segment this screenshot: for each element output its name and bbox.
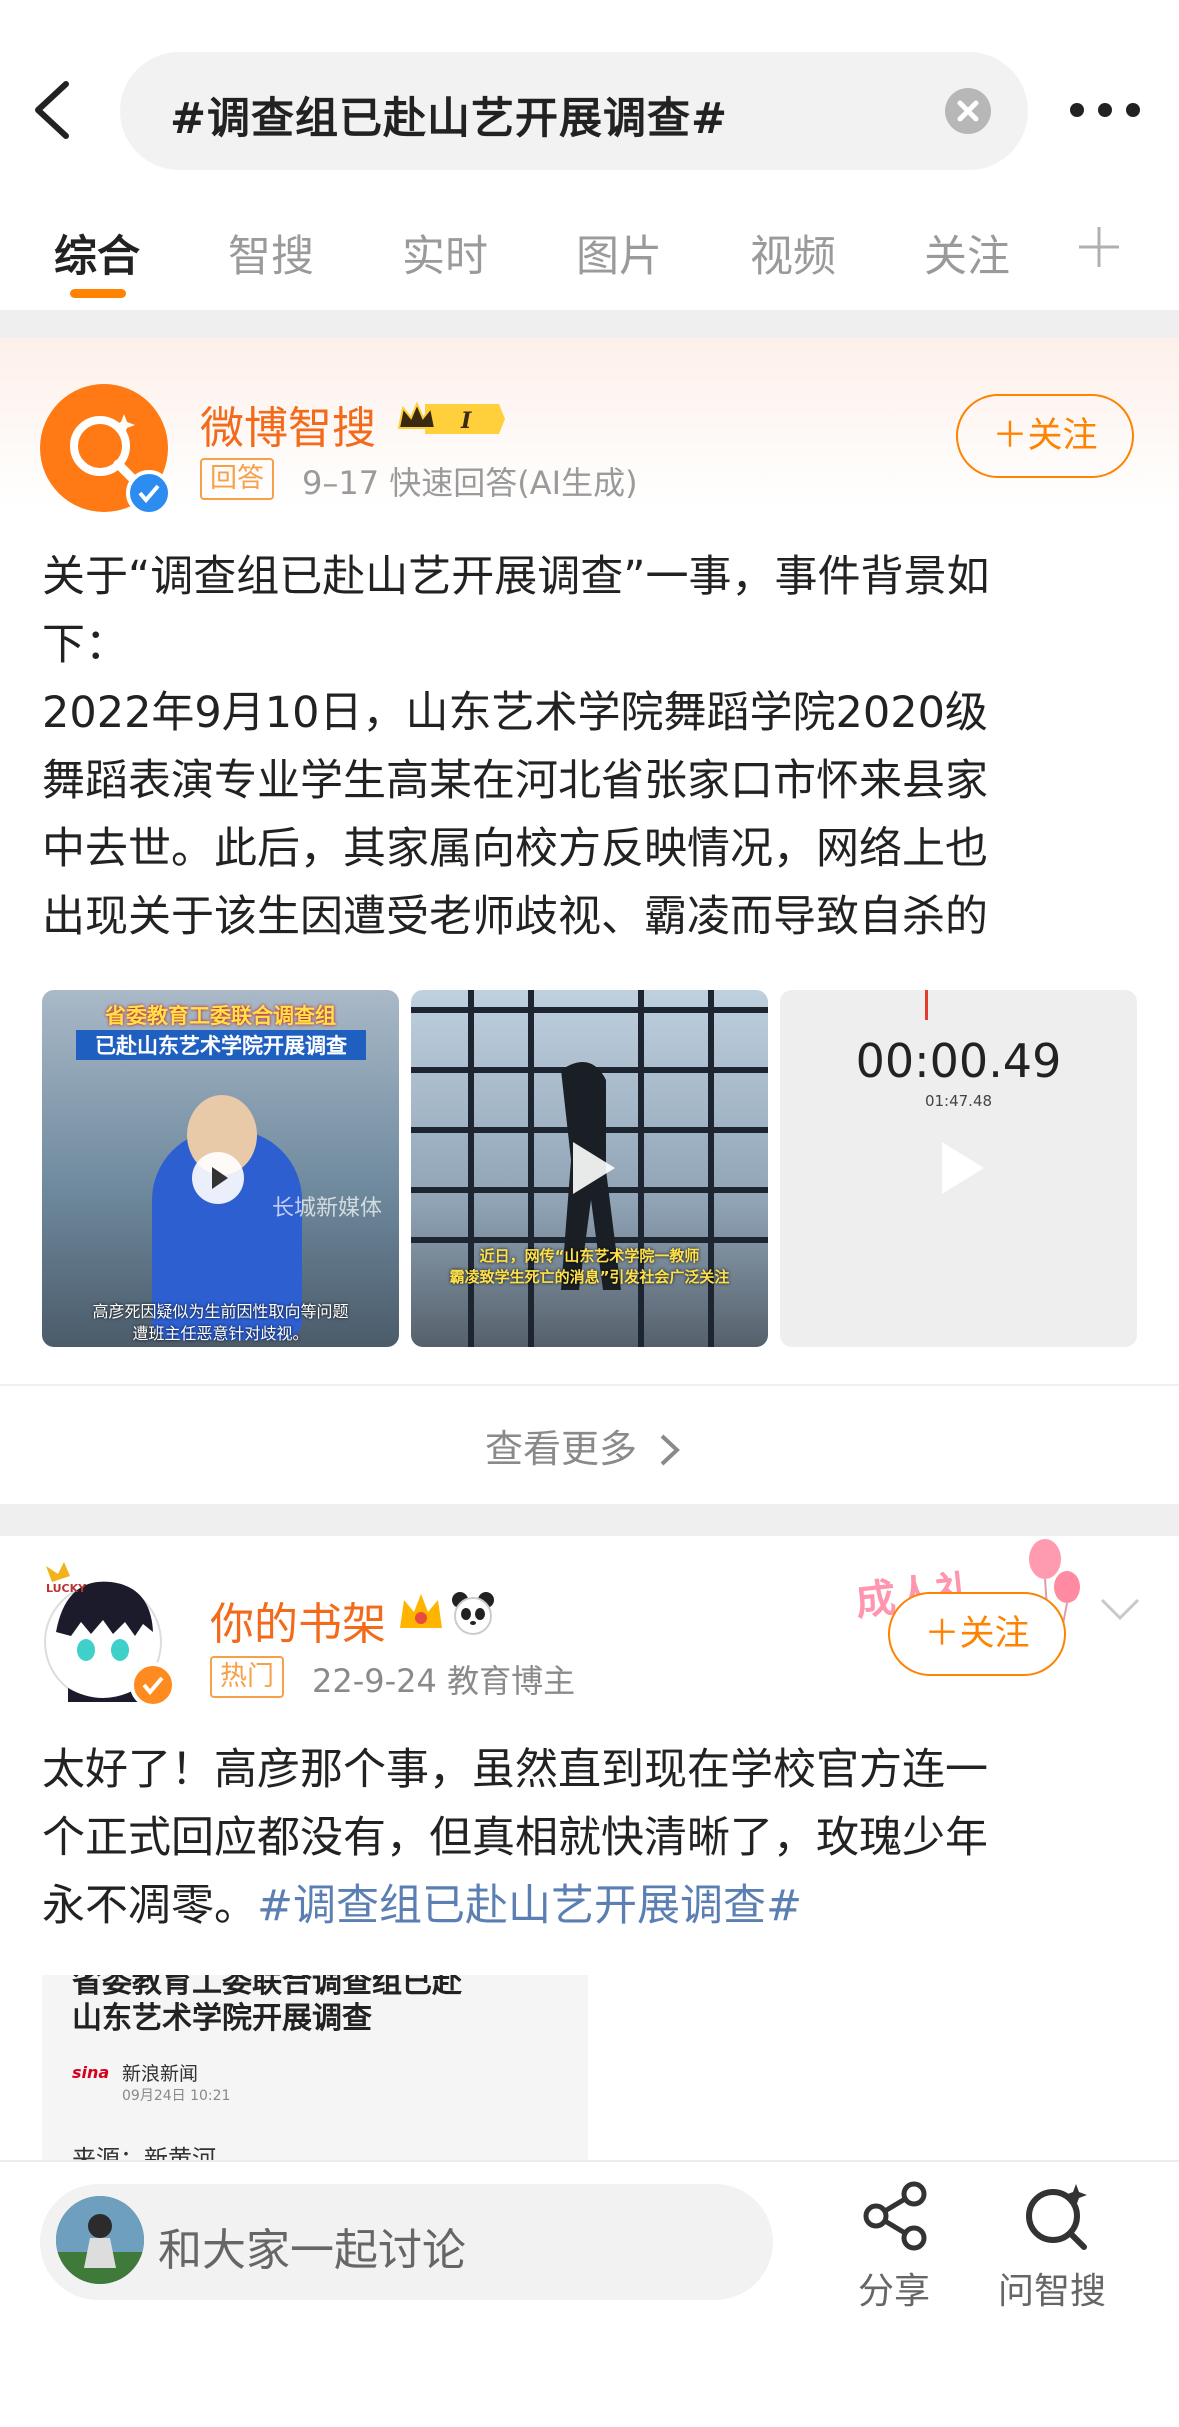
post-text-line: 舞蹈表演专业学生高某在河北省张家口市怀来县家 [42,756,988,806]
thumb-caption: 霸凌致学生死亡的消息”引发社会广泛关注 [449,1268,730,1286]
sina-logo: sina [72,2063,110,2082]
follow-button[interactable]: ＋关注 [956,394,1134,478]
play-icon[interactable] [190,1150,246,1206]
panda-icon [452,1592,494,1635]
current-user-avatar [56,2196,144,2284]
section-divider [0,310,1179,338]
chevron-down-icon[interactable] [1098,1596,1142,1622]
clear-icon[interactable] [945,88,991,134]
active-tab-indicator [70,289,126,298]
verified-icon [126,470,172,516]
thumb-caption: 省委教育工委联合调查组 [105,1004,336,1028]
crown-level-badge-icon: I [397,401,505,434]
video-thumbnail-3[interactable]: 00:00.49 01:47.48 [780,990,1137,1347]
video-thumbnail-1[interactable]: 省委教育工委联合调查组 已赴山东艺术学院开展调查 长城新媒体 高彦死因疑似为生前… [42,990,399,1347]
post-meta: 22-9-24 教育博主 [312,1662,576,1700]
post-text-span: 永不凋零。 [42,1881,257,1931]
timer-value: 00:00.49 [855,1034,1062,1088]
post-text-line: 关于“调查组已赴山艺开展调查”一事，事件背景如 [42,552,990,602]
timer-subvalue: 01:47.48 [924,1092,993,1110]
share-icon[interactable] [860,2180,932,2252]
play-icon[interactable] [918,1128,998,1208]
add-tab-icon[interactable] [1075,223,1123,271]
news-screenshot-image[interactable]: 省委教育工委联合调查组已赴 山东艺术学院开展调查 sina 新浪新闻 09月24… [42,1975,588,2160]
avatar-badge-text: LUCKY [46,1582,87,1595]
timer-marker [925,990,928,1020]
news-title: 山东艺术学院开展调查 [72,2001,372,2036]
thumb-caption: 近日，网传“山东艺术学院一教师 [479,1247,700,1265]
author-name[interactable]: 你的书架 [210,1588,386,1652]
more-icon[interactable] [1068,100,1142,120]
tab-comprehensive[interactable]: 综合 [54,222,140,284]
verified-icon [130,1662,176,1708]
tab-realtime[interactable]: 实时 [402,222,488,284]
post-meta: 9–17 快速回答(AI生成) [302,464,638,502]
tab-images[interactable]: 图片 [576,222,662,284]
topic-hashtag-link[interactable]: #调查组已赴山艺开展调查# [257,1881,802,1931]
follow-button[interactable]: ＋关注 [888,1592,1066,1676]
answer-tag: 回答 [200,458,274,500]
thumb-caption: 遭班主任恶意针对歧视。 [132,1324,309,1343]
share-label[interactable]: 分享 [858,2262,930,2314]
comment-placeholder[interactable]: 和大家一起讨论 [158,2214,466,2278]
ask-smart-search-icon[interactable] [1020,2180,1092,2252]
back-arrow-icon[interactable] [30,80,74,140]
thumb-caption: 已赴山东艺术学院开展调查 [76,1030,366,1060]
watermark: 长城新媒体 [272,1196,383,1221]
post-text-line: 中去世。此后，其家属向校方反映情况，网络上也 [42,824,988,874]
post-text-line: 永不凋零。#调查组已赴山艺开展调查# [42,1872,1152,1940]
post-text-line: 出现关于该生因遭受老师歧视、霸凌而导致自杀的 [42,892,988,942]
post-text-line: 2022年9月10日，山东艺术学院舞蹈学院2020级 [42,688,988,738]
play-icon[interactable] [549,1128,629,1208]
section-divider [0,1504,1179,1536]
view-more-link[interactable]: 查看更多 [485,1418,683,1473]
post-text-line: 个正式回应都没有，但真相就快清晰了，玫瑰少年 [42,1813,988,1863]
news-origin: 来源：新黄河 [72,2145,216,2160]
video-thumbnail-2[interactable]: 近日，网传“山东艺术学院一教师 霸凌致学生死亡的消息”引发社会广泛关注 [411,990,768,1347]
post-text-line: 太好了！高彦那个事，虽然直到现在学校官方连一 [42,1745,988,1795]
ask-smart-search-label[interactable]: 问智搜 [998,2262,1106,2314]
search-query[interactable]: #调查组已赴山艺开展调查# [170,84,728,146]
author-name[interactable]: 微博智搜 [200,392,376,456]
view-more-label: 查看更多 [485,1427,638,1471]
tab-videos[interactable]: 视频 [750,222,836,284]
news-source: 新浪新闻 [122,2063,199,2085]
hot-tag: 热门 [210,1656,284,1698]
thumb-caption: 高彦死因疑似为生前因性取向等问题 [92,1302,349,1321]
crown-icon [400,1594,442,1628]
tab-smart-search[interactable]: 智搜 [228,222,314,284]
post-text-line: 下： [42,620,128,670]
chevron-right-icon [660,1434,681,1466]
news-time: 09月24日 10:21 [122,2088,231,2104]
badge-level: I [460,408,472,434]
tab-following[interactable]: 关注 [924,222,1010,284]
